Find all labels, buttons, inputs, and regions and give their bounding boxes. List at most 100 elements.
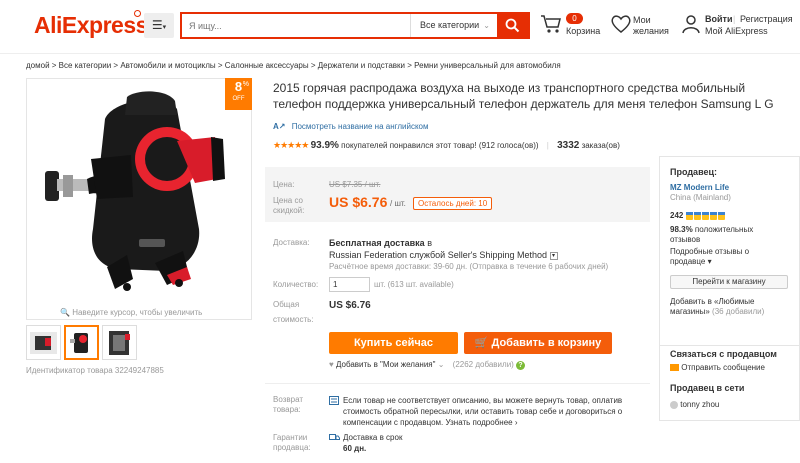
search-button[interactable] (497, 14, 528, 37)
returns-more-link[interactable]: Узнать подробнее (445, 418, 512, 427)
free-shipping: Бесплатная доставка в (329, 238, 432, 248)
guarantee-text: Доставка в срок (343, 433, 403, 442)
wishlist-count: (2262 добавили) (452, 360, 514, 369)
product-main-image[interactable] (26, 78, 252, 320)
send-message-label: Отправить сообщение (681, 363, 765, 372)
help-icon[interactable]: ? (516, 361, 526, 370)
heart-icon[interactable] (610, 14, 632, 34)
free-shipping-text: Бесплатная доставка (329, 238, 425, 248)
seller-panel: Продавец: MZ Modern Life China (Mainland… (659, 156, 800, 346)
breadcrumb[interactable]: домой > Все категории > Автомобили и мот… (26, 61, 561, 70)
shipping-method-text: Russian Federation службой Seller's Ship… (329, 250, 547, 260)
search-icon (505, 18, 520, 33)
search-input[interactable] (182, 14, 408, 37)
go-to-store-button[interactable]: Перейти к магазину (670, 275, 788, 289)
seller-heading: Продавец: (670, 167, 718, 177)
contact-heading: Связаться с продавцом (670, 349, 777, 359)
product-id: Идентификатор товара 32249247885 (26, 366, 164, 375)
add-to-wishlist-link[interactable]: Добавить в "Мои желания" (336, 360, 436, 369)
thumbnail-image (70, 333, 88, 353)
add-favorite-store-2[interactable]: магазины» (36 добавили) (670, 307, 764, 316)
my-aliexpress-link[interactable]: Мой AliExpress (705, 26, 768, 36)
translate-link-text: Посмотреть название на английском (291, 122, 429, 131)
shipping-to: в (427, 238, 432, 248)
cart-count-badge: 0 (566, 13, 583, 24)
quantity-input[interactable] (329, 277, 370, 292)
thumbnail-image (109, 331, 130, 355)
cart-label[interactable]: Корзина (566, 26, 600, 36)
seller-details-label: продавце (670, 257, 706, 266)
price-box: Цена: US $7.35 / шт. Цена со скидкой: US… (265, 167, 650, 222)
chevron-down-icon: ▾ (707, 257, 712, 266)
per-unit-label: / шт. (390, 199, 406, 208)
guarantee-label-2: продавца: (273, 443, 311, 452)
old-price: US $7.35 / шт. (329, 180, 381, 189)
send-message-link[interactable]: Отправить сообщение (670, 363, 765, 372)
buy-now-button[interactable]: Купить сейчас (329, 332, 458, 354)
seller-details-link-1[interactable]: Подробные отзывы о (670, 247, 749, 256)
thumbnail-1[interactable] (26, 325, 61, 360)
aliexpress-logo[interactable]: AliExpress (34, 12, 148, 39)
quantity-label: Количество: (273, 280, 319, 289)
thumbnail-2[interactable] (64, 325, 99, 360)
rating-row: ★★★★★ 93.9% покупателей понравился этот … (273, 140, 620, 151)
thumbnail-image (30, 332, 57, 354)
wishlist-label-1[interactable]: Мои (633, 15, 651, 25)
zoom-hint: 🔍 Наведите курсор, чтобы увеличить (60, 308, 202, 317)
search-category-label: Все категории (420, 20, 480, 30)
zoom-hint-text: Наведите курсор, чтобы увеличить (72, 308, 203, 317)
total-price: US $6.76 (329, 300, 371, 311)
shipping-label: Доставка: (273, 238, 310, 247)
signin-link[interactable]: Войти (705, 14, 732, 24)
delivery-icon (329, 434, 340, 440)
returns-label-1: Возврат (273, 395, 303, 404)
return-icon (329, 396, 339, 405)
categories-menu-button[interactable]: ☰▾ (144, 13, 174, 38)
guarantee-days: 60 дн. (343, 444, 367, 453)
translate-link[interactable]: A↗ Посмотреть название на английском (273, 122, 429, 131)
add-to-cart-button[interactable]: 🛒 Добавить в корзину (464, 332, 612, 354)
add-favorite-store-1[interactable]: Добавить в «Любимые (670, 297, 755, 306)
chevron-down-icon: ⌄ (483, 21, 490, 30)
orders-label: заказа(ов) (581, 141, 620, 150)
register-link[interactable]: Регистрация (740, 14, 793, 24)
contact-panel: Связаться с продавцом Отправить сообщени… (659, 341, 800, 421)
heart-icon[interactable]: ♥ (329, 360, 334, 369)
medal-icon (693, 211, 701, 220)
days-left-badge: Осталось дней: 10 (413, 197, 493, 210)
thumbnail-3[interactable] (102, 325, 137, 360)
medal-icon (701, 211, 709, 220)
trademark-icon (134, 10, 141, 17)
chevron-down-icon: ▾ (162, 24, 167, 31)
quantity-available: шт. (613 шт. available) (374, 280, 454, 289)
rating-stars[interactable]: ★★★★★ (273, 140, 309, 150)
seller-score[interactable]: 242 (670, 211, 726, 220)
cart-icon[interactable] (540, 14, 562, 34)
positive-text[interactable]: покупателей понравился этот товар! (912 … (341, 141, 538, 150)
online-contact[interactable]: tonny zhou (670, 400, 719, 409)
old-price-label: Цена: (273, 180, 295, 189)
add-to-cart-label: Добавить в корзину (491, 337, 602, 349)
add-favorite-store-label: магазины» (670, 307, 710, 316)
wishlist-label-2[interactable]: желания (633, 26, 669, 36)
dropdown-icon[interactable]: ▾ (549, 251, 558, 260)
total-label-2: стоимость: (273, 315, 314, 324)
shipping-method[interactable]: Russian Federation службой Seller's Ship… (329, 250, 558, 260)
chevron-right-icon[interactable]: › (515, 418, 518, 427)
feedback-text-2: отзывов (670, 235, 701, 244)
discount-badge: 8 % OFF (225, 78, 252, 110)
seller-name-link[interactable]: MZ Modern Life (670, 183, 729, 192)
hamburger-icon: ☰ (151, 18, 163, 32)
medal-icon (717, 211, 725, 220)
chevron-down-icon[interactable]: ⌄ (438, 360, 445, 369)
user-icon[interactable] (681, 14, 701, 34)
rating-divider: | (546, 141, 549, 150)
favorite-count: (36 добавили) (712, 307, 765, 316)
discount-off-label: OFF (232, 96, 245, 102)
returns-text: Если товар не соответствует описанию, вы… (343, 395, 638, 428)
seller-details-link-2[interactable]: продавце ▾ (670, 257, 712, 266)
medal-icon (685, 211, 693, 220)
online-heading: Продавец в сети (670, 383, 745, 393)
orders-count: 3332 (557, 140, 580, 151)
search-category-select[interactable]: Все категории ⌄ (410, 14, 498, 37)
